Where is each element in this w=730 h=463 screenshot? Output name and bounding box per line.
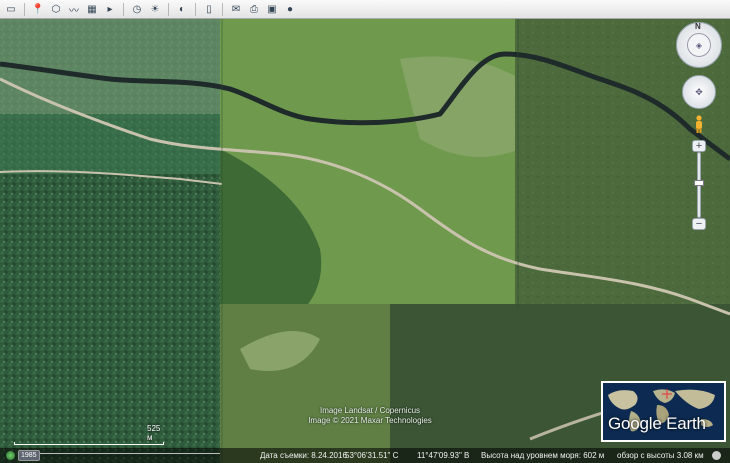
google-earth-logo: Google Earth xyxy=(601,381,726,442)
latitude-readout: 53°06'31.51" С xyxy=(345,451,399,460)
scale-legend: 525 м xyxy=(14,424,164,445)
planets-icon[interactable]: ◐ xyxy=(174,2,190,17)
zoom-slider[interactable]: + − xyxy=(692,140,706,230)
toolbar-separator xyxy=(195,2,196,16)
email-icon[interactable]: ✉ xyxy=(228,2,244,17)
save-image-icon[interactable]: ▣ xyxy=(264,2,280,17)
longitude-readout: 11°47'09.93" В xyxy=(417,451,470,460)
pegman-icon[interactable] xyxy=(693,115,705,133)
overlay-icon[interactable]: ▦ xyxy=(84,2,100,17)
status-bar: 1985 Дата съемки: 8.24.2016 53°06'31.51"… xyxy=(0,448,730,463)
sunlight-icon[interactable]: ☀ xyxy=(147,2,163,17)
compass-ring[interactable]: N ◈ xyxy=(676,22,722,68)
copyright-line: Image Landsat / Copernicus xyxy=(319,406,421,415)
meadow-area xyxy=(0,114,225,174)
elevation-readout: Высота над уровнем моря: 602 м xyxy=(481,451,605,460)
globe-icon xyxy=(6,451,15,460)
historical-imagery-icon[interactable]: ◷ xyxy=(129,2,145,17)
look-joystick[interactable]: ✥ xyxy=(682,75,716,109)
zoom-in-button[interactable]: + xyxy=(692,140,706,152)
historical-year-badge[interactable]: 1985 xyxy=(18,450,40,461)
scale-bar xyxy=(14,442,164,445)
scale-label: 525 м xyxy=(147,424,161,442)
toolbar-separator xyxy=(168,2,169,16)
toolbar-separator xyxy=(222,2,223,16)
path-icon[interactable]: 〰 xyxy=(66,2,82,17)
maps-icon[interactable]: ● xyxy=(282,2,298,17)
tour-icon[interactable]: ▸ xyxy=(102,2,118,17)
zoom-thumb[interactable] xyxy=(694,180,704,186)
imagery-date: Дата съемки: 8.24.2016 xyxy=(260,451,347,460)
meadow-area xyxy=(220,304,390,463)
print-icon[interactable]: ⎙ xyxy=(246,2,262,17)
toolbar-separator xyxy=(123,2,124,16)
eye-altitude-readout: обзор с высоты 3.08 км xyxy=(617,451,704,460)
toolbar: ▭ 📍 ⬡ 〰 ▦ ▸ ◷ ☀ ◐ ▯ ✉ ⎙ ▣ ● xyxy=(0,0,730,19)
logo-text: Google Earth xyxy=(608,414,706,433)
north-label: N xyxy=(695,22,701,31)
time-slider[interactable] xyxy=(40,453,220,456)
sidebar-icon[interactable]: ▭ xyxy=(3,2,19,17)
toolbar-separator xyxy=(24,2,25,16)
navigation-controls: N ◈ ✥ + − xyxy=(670,20,730,260)
polygon-icon[interactable]: ⬡ xyxy=(48,2,64,17)
imagery-copyright: Image Landsat / Copernicus Image © 2021 … xyxy=(300,406,440,426)
copyright-line: Image © 2021 Maxar Technologies xyxy=(308,416,432,425)
rotate-icon[interactable]: ◈ xyxy=(687,33,711,57)
placemark-icon[interactable]: 📍 xyxy=(30,2,46,17)
streaming-indicator-icon xyxy=(712,451,721,460)
zoom-out-button[interactable]: − xyxy=(692,218,706,230)
ruler-icon[interactable]: ▯ xyxy=(201,2,217,17)
